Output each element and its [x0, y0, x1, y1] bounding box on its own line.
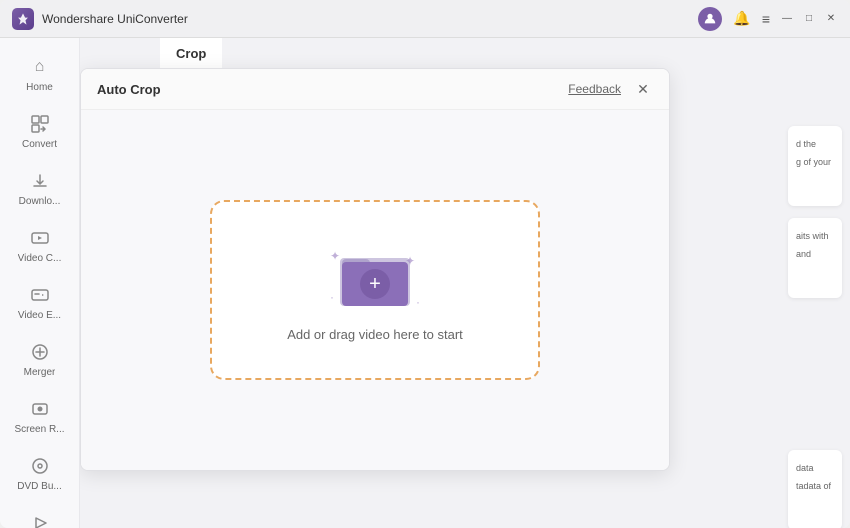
right-card-3-text: datatadata of [796, 463, 831, 491]
crop-tab[interactable]: Crop [160, 38, 222, 71]
sidebar-label-download: Downlo... [19, 196, 61, 207]
video-compress-icon [29, 227, 51, 249]
right-card-2: aits withand [788, 218, 842, 298]
sidebar-label-merger: Merger [24, 367, 56, 378]
auto-crop-panel: Auto Crop Feedback ✕ ✦ ✦ · [80, 68, 670, 471]
sidebar-item-convert[interactable]: Convert [0, 103, 79, 160]
sidebar-label-convert: Convert [22, 139, 57, 150]
feedback-link[interactable]: Feedback [568, 82, 621, 96]
drop-zone-text: Add or drag video here to start [287, 327, 463, 342]
sparkle-4: · [416, 295, 420, 309]
home-icon: ⌂ [29, 56, 51, 78]
sidebar-label-video-compress: Video C... [18, 253, 62, 264]
right-card-3: datatadata of [788, 450, 842, 528]
sparkle-3: · [330, 290, 334, 304]
panel-close-button[interactable]: ✕ [633, 79, 653, 99]
screen-record-icon [29, 398, 51, 420]
sidebar-label-screen-record: Screen R... [14, 424, 64, 435]
sidebar: ⌂ Home Convert Downlo... Video C... [0, 38, 80, 528]
folder-icon: + [340, 251, 410, 306]
player-icon [29, 512, 51, 528]
sidebar-item-screen-record[interactable]: Screen R... [0, 388, 79, 445]
window-controls: — □ ✕ [780, 12, 838, 26]
sidebar-item-dvd-burn[interactable]: DVD Bu... [0, 445, 79, 502]
panel-body: ✦ ✦ · · + [81, 110, 669, 470]
plus-circle: + [360, 269, 390, 299]
video-edit-icon [29, 284, 51, 306]
merger-icon [29, 341, 51, 363]
hamburger-menu[interactable]: ≡ [762, 11, 770, 27]
content-area: Crop Auto Crop Feedback ✕ [80, 38, 850, 528]
right-cards: d theg of your aits withand datatadata o… [780, 118, 850, 528]
convert-icon [29, 113, 51, 135]
folder-front: + [342, 262, 408, 306]
titlebar-controls: 🔔 ≡ — □ ✕ [698, 5, 838, 33]
title-bar: Wondershare UniConverter 🔔 ≡ — □ ✕ [0, 0, 850, 38]
right-card-1-text: d theg of your [796, 139, 831, 167]
right-card-2-text: aits withand [796, 231, 829, 259]
panel-header-right: Feedback ✕ [568, 79, 653, 99]
user-icon-btn[interactable] [698, 7, 722, 31]
sidebar-item-merger[interactable]: Merger [0, 331, 79, 388]
sidebar-label-video-edit: Video E... [18, 310, 61, 321]
drop-zone[interactable]: ✦ ✦ · · + [210, 200, 540, 380]
sidebar-item-home[interactable]: ⌂ Home [0, 46, 79, 103]
maximize-button[interactable]: □ [802, 12, 816, 26]
sidebar-label-dvd-burn: DVD Bu... [17, 481, 61, 492]
drop-zone-icon-area: ✦ ✦ · · + [325, 239, 425, 319]
sidebar-item-video-edit[interactable]: Video E... [0, 274, 79, 331]
minimize-button[interactable]: — [780, 12, 794, 26]
sidebar-label-home: Home [26, 82, 53, 93]
panel-header: Auto Crop Feedback ✕ [81, 69, 669, 110]
sidebar-item-video-compress[interactable]: Video C... [0, 217, 79, 274]
app-window: Wondershare UniConverter 🔔 ≡ — □ ✕ ⌂ Hom… [0, 0, 850, 528]
app-logo [12, 8, 34, 30]
sidebar-item-player[interactable]: Player [0, 502, 79, 528]
panel-title: Auto Crop [97, 82, 161, 97]
close-button[interactable]: ✕ [824, 12, 838, 26]
app-title: Wondershare UniConverter [42, 12, 698, 26]
right-card-1: d theg of your [788, 126, 842, 206]
dvd-burn-icon [29, 455, 51, 477]
sidebar-item-download[interactable]: Downlo... [0, 160, 79, 217]
sparkle-1: ✦ [330, 249, 340, 263]
download-icon [29, 170, 51, 192]
bell-icon-btn[interactable]: 🔔 [728, 5, 756, 33]
main-area: ⌂ Home Convert Downlo... Video C... [0, 38, 850, 528]
